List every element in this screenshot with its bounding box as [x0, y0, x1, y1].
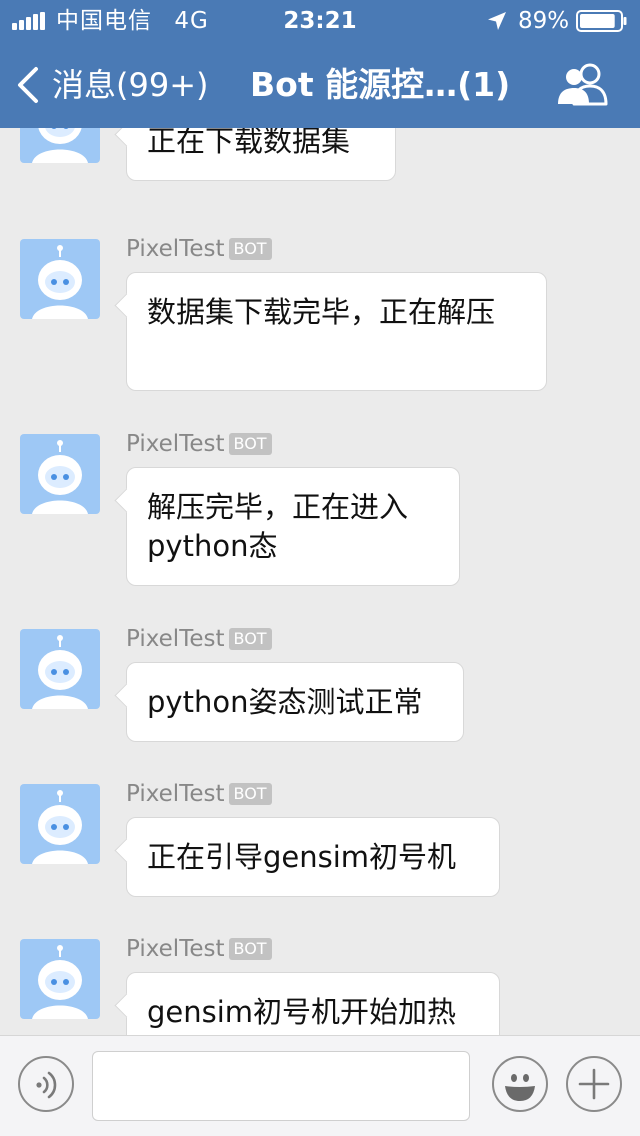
battery-icon: [576, 10, 627, 32]
robot-avatar-icon: [32, 790, 88, 864]
bot-badge: BOT: [228, 783, 272, 805]
group-members-icon[interactable]: [556, 62, 610, 106]
header: 中国电信 4G 23:21 89% 消息(99+) Bot 能源控…(1): [0, 0, 640, 128]
status-bar: 中国电信 4G 23:21 89%: [0, 0, 640, 40]
message-bubble[interactable]: 数据集下载完毕，正在解压: [126, 272, 547, 391]
bot-avatar[interactable]: [20, 629, 100, 709]
sender-line: PixelTest BOT: [126, 780, 272, 808]
voice-icon: [36, 1071, 57, 1099]
bot-badge: BOT: [228, 433, 272, 455]
robot-avatar-icon: [32, 128, 88, 163]
sender-name: PixelTest: [126, 781, 225, 807]
bot-badge: BOT: [228, 938, 272, 960]
robot-avatar-icon: [32, 245, 88, 319]
bot-avatar[interactable]: [20, 128, 100, 163]
bot-avatar[interactable]: [20, 939, 100, 1019]
plus-icon: [578, 1068, 610, 1100]
back-label: 消息(99+): [52, 66, 209, 104]
sender-line: PixelTest BOT: [126, 430, 272, 458]
chat-area[interactable]: 正在下载数据集 PixelTest BOT 数据集下载完毕，正在解压 Pixel…: [0, 128, 640, 1035]
sender-name: PixelTest: [126, 431, 225, 457]
message-bubble[interactable]: python姿态测试正常: [126, 662, 464, 742]
robot-avatar-icon: [32, 945, 88, 1019]
message-bubble[interactable]: 正在引导gensim初号机: [126, 817, 500, 897]
message-input[interactable]: [92, 1051, 470, 1121]
bot-avatar[interactable]: [20, 784, 100, 864]
add-button[interactable]: [566, 1056, 622, 1112]
bot-avatar[interactable]: [20, 239, 100, 319]
voice-button[interactable]: [18, 1056, 74, 1112]
bot-avatar[interactable]: [20, 434, 100, 514]
message-bubble[interactable]: 解压完毕，正在进入python态: [126, 467, 460, 586]
message-text: gensim初号机开始加热: [147, 995, 457, 1029]
message-text: 正在引导gensim初号机: [147, 840, 457, 874]
robot-avatar-icon: [32, 440, 88, 514]
bot-badge: BOT: [228, 628, 272, 650]
robot-avatar-icon: [32, 635, 88, 709]
bot-badge: BOT: [228, 238, 272, 260]
sender-line: PixelTest BOT: [126, 235, 272, 263]
message-bubble[interactable]: 正在下载数据集: [126, 128, 396, 181]
back-button[interactable]: 消息(99+): [14, 62, 209, 108]
input-bar: [0, 1035, 640, 1136]
sender-name: PixelTest: [126, 626, 225, 652]
nav-bar: 消息(99+) Bot 能源控…(1): [0, 40, 640, 128]
sender-line: PixelTest BOT: [126, 625, 272, 653]
sender-line: PixelTest BOT: [126, 935, 272, 963]
emoji-button[interactable]: [492, 1056, 548, 1112]
location-arrow-icon: [488, 12, 506, 30]
chevron-left-icon: [18, 67, 38, 103]
chat-title: Bot 能源控…(1): [250, 65, 511, 104]
message-text: 数据集下载完毕，正在解压: [147, 295, 496, 329]
emoji-icon: [505, 1074, 535, 1101]
sender-name: PixelTest: [126, 936, 225, 962]
message-text: 正在下载数据集: [147, 128, 351, 158]
message-text: python姿态测试正常: [147, 685, 423, 719]
message-bubble[interactable]: gensim初号机开始加热: [126, 972, 500, 1035]
sender-name: PixelTest: [126, 236, 225, 262]
message-text: 解压完毕，正在进入python态: [147, 490, 409, 563]
battery-percent: 89%: [518, 8, 570, 34]
